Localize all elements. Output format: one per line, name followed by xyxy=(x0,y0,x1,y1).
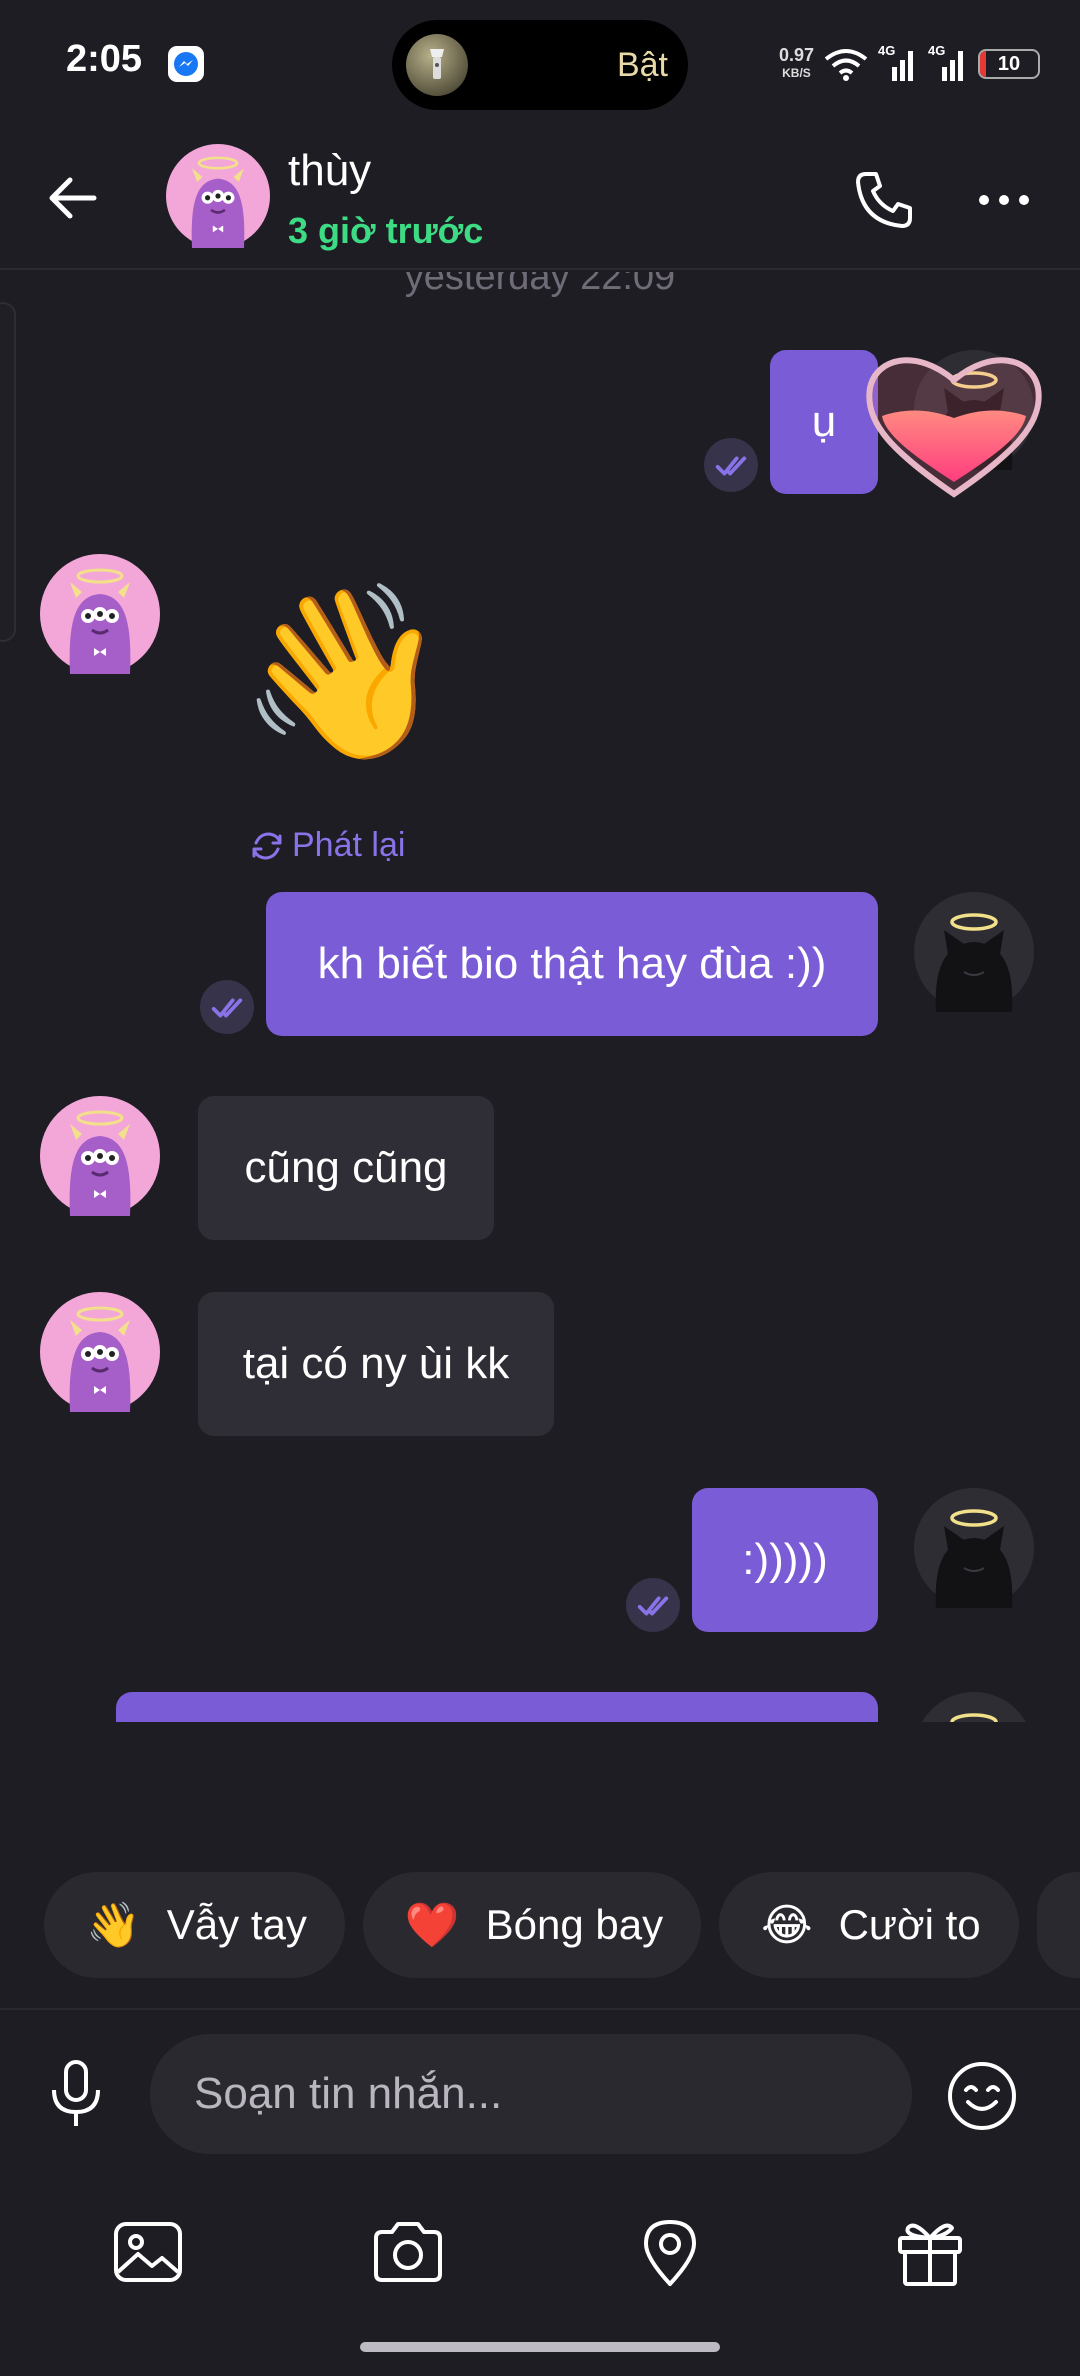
heart-reaction-icon[interactable] xyxy=(856,344,1052,504)
quick-reply-chip-balloon[interactable]: ❤️ Bóng bay xyxy=(362,1872,702,1978)
microphone-icon xyxy=(52,2060,100,2126)
more-horizontal-icon xyxy=(999,195,1009,205)
message-list[interactable]: yesterday 22:09 ụ 👋 Phát lại kh biết bio… xyxy=(0,272,1080,1722)
contact-avatar[interactable] xyxy=(166,144,270,248)
my-avatar[interactable] xyxy=(914,892,1034,1012)
location-pin-icon xyxy=(644,2220,696,2286)
location-button[interactable] xyxy=(630,2212,710,2292)
red-heart-icon: ❤️ xyxy=(404,1901,460,1950)
side-panel-handle[interactable] xyxy=(0,302,16,642)
gallery-button[interactable] xyxy=(108,2212,188,2292)
read-receipt-icon xyxy=(626,1578,680,1632)
replay-label: Phát lại xyxy=(292,826,406,864)
quick-reply-chip-laugh[interactable]: 😂 Cười to xyxy=(719,1872,1019,1978)
date-separator: yesterday 22:09 xyxy=(404,272,676,298)
network-type-2: 4G xyxy=(928,43,946,58)
emoji-button[interactable] xyxy=(942,2056,1022,2136)
voice-message-button[interactable] xyxy=(38,2056,114,2132)
message-bubble-outgoing[interactable]: kh biết bio thật hay đùa :)) xyxy=(266,892,878,1036)
speed-value: 0.97 xyxy=(778,45,814,65)
network-type-1: 4G xyxy=(878,43,896,58)
contact-avatar[interactable] xyxy=(40,554,160,674)
flashlight-status: Bật xyxy=(616,46,668,84)
dynamic-island-flashlight[interactable]: Bật xyxy=(392,20,688,110)
signal-1: 4G xyxy=(878,43,918,81)
chat-header: thùy 3 giờ trước xyxy=(0,120,1080,270)
chip-label: Vẫy tay xyxy=(166,1901,307,1948)
message-bubble-incoming[interactable]: tại có ny ùi kk xyxy=(198,1292,554,1436)
gift-button[interactable] xyxy=(890,2212,970,2292)
contact-avatar[interactable] xyxy=(40,1292,160,1412)
status-bar: 2:05 Bật 0.97 KB/S 4G 4G 10 xyxy=(0,0,1080,120)
battery-icon: 10 xyxy=(978,49,1040,79)
more-horizontal-icon xyxy=(1019,195,1029,205)
replay-button[interactable]: Phát lại xyxy=(250,826,405,865)
back-button[interactable] xyxy=(40,166,104,230)
home-indicator[interactable] xyxy=(360,2342,720,2352)
waving-hand-animated-emoji[interactable]: 👋 xyxy=(238,588,450,758)
message-bubble-incoming[interactable]: cũng cũng xyxy=(198,1096,494,1240)
status-icons: 0.97 KB/S 4G 4G 10 xyxy=(779,42,1040,86)
contact-avatar[interactable] xyxy=(40,1096,160,1216)
chip-label: Cười to xyxy=(838,1901,981,1948)
battery-level xyxy=(980,51,986,77)
camera-button[interactable] xyxy=(368,2212,448,2292)
tears-of-joy-icon: 😂 xyxy=(761,1900,813,1950)
gift-icon xyxy=(898,2223,962,2286)
camera-icon xyxy=(374,2222,442,2282)
wifi-icon xyxy=(824,49,868,81)
last-seen-status: 3 giờ trước xyxy=(288,210,484,251)
messenger-notification-icon xyxy=(168,46,204,82)
speed-unit: KB/S xyxy=(782,66,811,80)
read-receipt-icon xyxy=(704,438,758,492)
message-bubble-outgoing[interactable]: :))))) xyxy=(692,1488,878,1632)
message-input-container[interactable] xyxy=(150,2034,912,2154)
quick-reply-chip-partial[interactable] xyxy=(1036,1872,1080,1978)
waving-hand-icon: 👋 xyxy=(86,1901,141,1950)
contact-name[interactable]: thùy xyxy=(288,146,371,196)
chip-label: Bóng bay xyxy=(485,1901,664,1948)
call-button[interactable] xyxy=(846,162,922,238)
more-options-button[interactable] xyxy=(966,162,1042,238)
composer-divider xyxy=(0,2008,1080,2010)
phone-icon xyxy=(856,172,912,228)
battery-percent: 10 xyxy=(997,52,1021,75)
my-avatar[interactable] xyxy=(914,1488,1034,1608)
arrow-left-icon xyxy=(49,177,97,219)
message-input[interactable] xyxy=(194,2069,912,2119)
replay-icon xyxy=(252,831,282,860)
read-receipt-icon xyxy=(200,980,254,1034)
more-horizontal-icon xyxy=(979,195,989,205)
flashlight-icon xyxy=(406,34,468,96)
signal-2: 4G xyxy=(928,43,968,81)
message-bubble-outgoing-partial[interactable] xyxy=(116,1692,878,1722)
smiley-icon xyxy=(948,2062,1016,2130)
network-speed: 0.97 KB/S xyxy=(779,46,814,82)
quick-reply-bar[interactable]: 👋 Vẫy tay ❤️ Bóng bay 😂 Cười to xyxy=(44,1872,1080,1978)
status-time: 2:05 xyxy=(66,38,143,80)
my-avatar[interactable] xyxy=(914,1692,1034,1722)
image-icon xyxy=(114,2222,182,2282)
quick-reply-chip-wave[interactable]: 👋 Vẫy tay xyxy=(44,1872,345,1978)
